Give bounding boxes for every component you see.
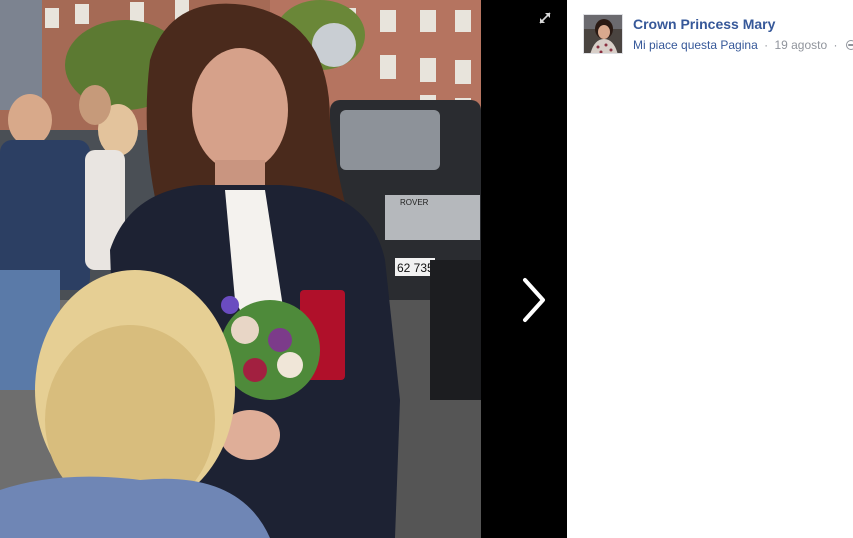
meta-separator: · <box>764 38 769 52</box>
car-badge: ROVER <box>400 198 429 207</box>
photo[interactable]: ROVER 62 735 <box>0 0 481 538</box>
license-plate: 62 735 <box>397 261 434 275</box>
post-meta: Mi piace questa Pagina · 19 agosto · <box>633 38 853 52</box>
page-name-link[interactable]: Crown Princess Mary <box>633 16 775 32</box>
like-page-link[interactable]: Mi piace questa Pagina <box>633 38 758 52</box>
post-sidebar: Crown Princess Mary Mi piace questa Pagi… <box>567 0 853 538</box>
meta-separator-2: · <box>833 38 838 52</box>
expand-icon[interactable] <box>537 10 553 26</box>
page-avatar[interactable] <box>583 14 623 54</box>
post-date[interactable]: 19 agosto <box>774 38 827 52</box>
chevron-right-icon <box>523 278 545 322</box>
photo-image: ROVER 62 735 <box>0 0 481 538</box>
globe-icon <box>845 40 853 50</box>
next-photo-button[interactable] <box>515 272 555 328</box>
photo-viewer: ROVER 62 735 <box>0 0 567 538</box>
